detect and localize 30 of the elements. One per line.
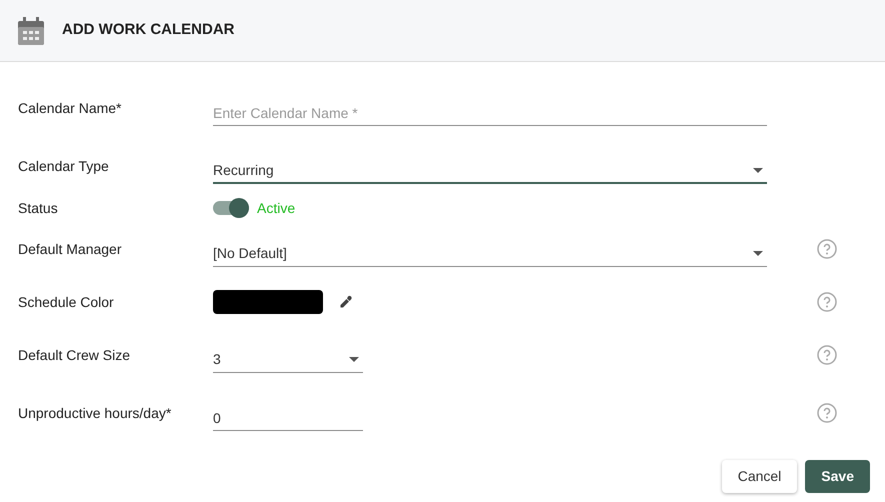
- text-field[interactable]: Enter Calendar Name *: [213, 100, 767, 126]
- save-button[interactable]: Save: [805, 460, 870, 493]
- dialog-title: ADD WORK CALENDAR: [62, 20, 234, 40]
- field-label: Unproductive hours/day*: [17, 404, 172, 423]
- cancel-button[interactable]: Cancel: [722, 460, 798, 493]
- dropdown-caret-icon: [753, 168, 763, 172]
- field-label: Default Manager: [17, 240, 123, 259]
- status-text: Active: [257, 198, 296, 218]
- field-label: Schedule Color: [17, 292, 115, 312]
- help-icon[interactable]: [817, 345, 837, 365]
- help-icon[interactable]: [817, 239, 837, 259]
- dropdown-value: [No Default]: [213, 244, 287, 263]
- eyedropper-icon[interactable]: [339, 295, 353, 309]
- dropdown-caret-icon: [753, 251, 763, 256]
- text-field[interactable]: 0: [213, 405, 363, 431]
- dropdown-field[interactable]: Recurring: [213, 158, 767, 184]
- dropdown-value: 3: [213, 350, 221, 369]
- status-switch[interactable]: [213, 201, 249, 215]
- dropdown-field[interactable]: 3: [213, 347, 363, 373]
- dropdown-caret-icon: [349, 357, 359, 362]
- help-icon[interactable]: [817, 292, 837, 312]
- dropdown-field[interactable]: [No Default]: [213, 241, 767, 267]
- help-icon[interactable]: [817, 403, 837, 423]
- dropdown-value: Recurring: [213, 160, 274, 180]
- field-label: Calendar Type: [17, 156, 110, 176]
- field-label: Status: [17, 198, 59, 218]
- color-swatch[interactable]: [213, 290, 323, 314]
- field-label: Default Crew Size: [17, 346, 132, 364]
- field-label: Calendar Name*: [17, 98, 122, 118]
- calendar-icon: [18, 16, 44, 44]
